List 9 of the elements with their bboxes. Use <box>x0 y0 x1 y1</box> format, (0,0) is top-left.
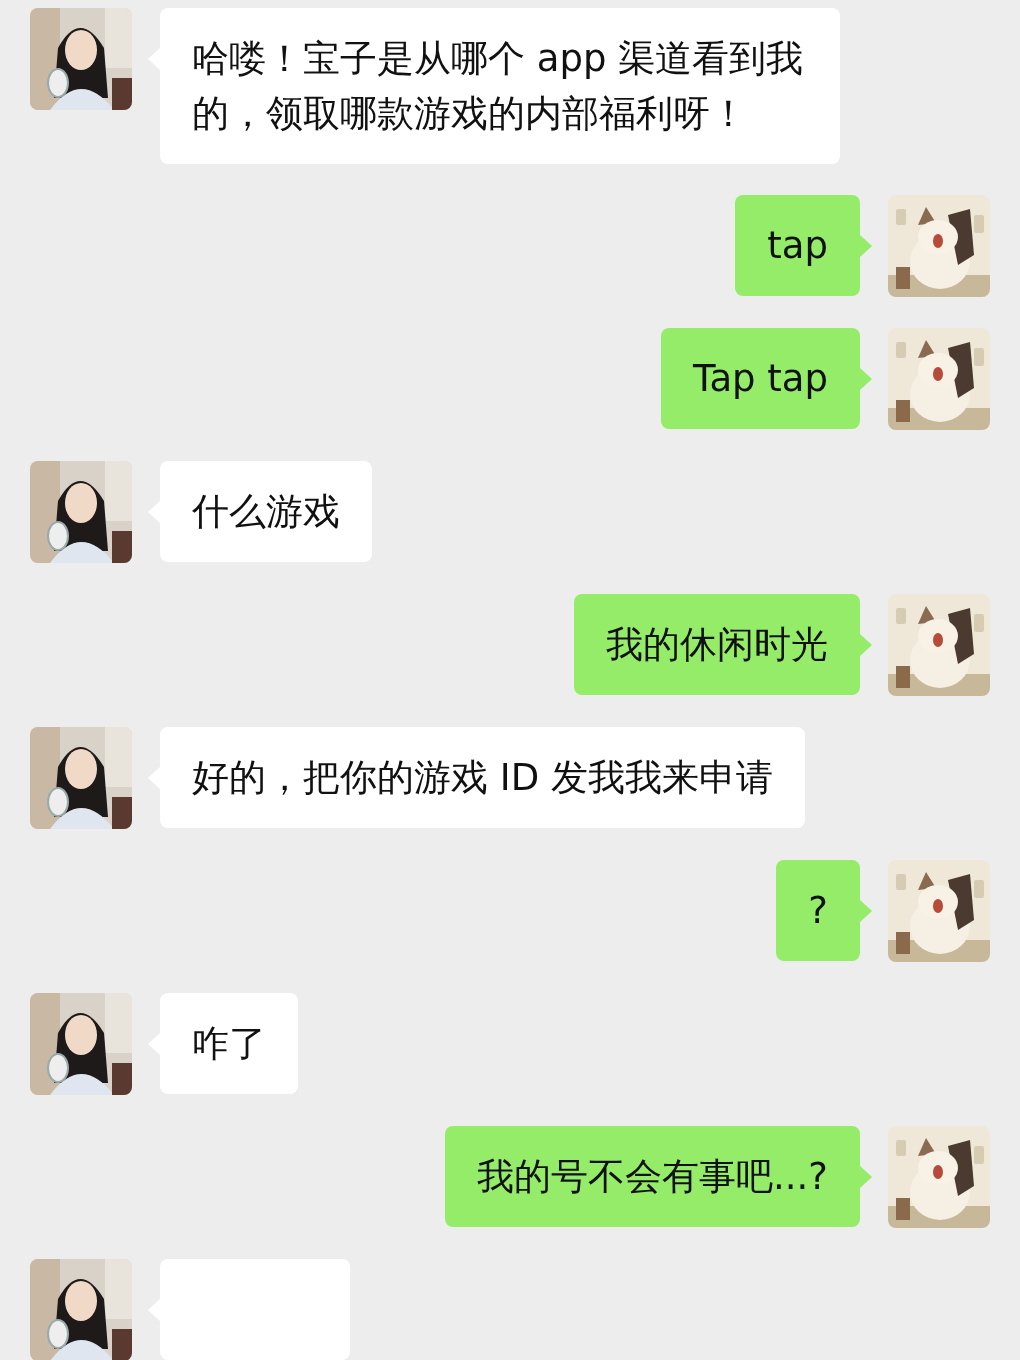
message-text: 什么游戏 <box>192 489 340 535</box>
message-text: Tap tap <box>692 356 828 402</box>
message-text: 我的号不会有事吧...? <box>477 1154 828 1200</box>
message-text: 好的，把你的游戏 ID 发我我来申请 <box>192 755 773 801</box>
message-text: 哈喽！宝子是从哪个 app 渠道看到我的，领取哪款游戏的内部福利呀！ <box>192 36 805 137</box>
message-text: tap <box>767 223 828 269</box>
message-text: 我的休闲时光 <box>606 622 828 668</box>
message-text: 咋了 <box>192 1021 266 1067</box>
message-text: ? <box>808 888 828 934</box>
